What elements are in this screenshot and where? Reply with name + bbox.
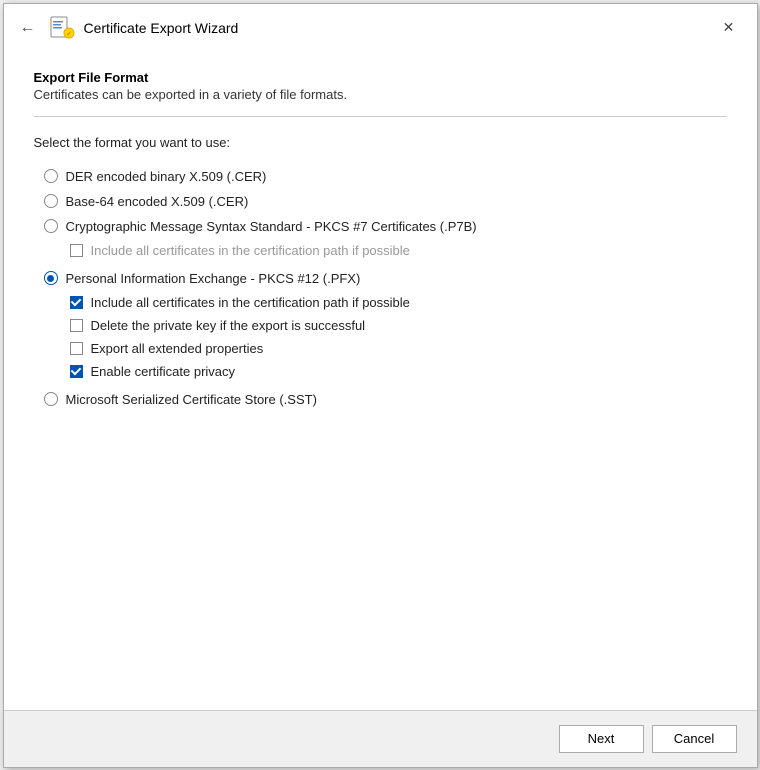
- section-title: Export File Format: [34, 70, 727, 85]
- title-bar: ← ✓ Certificate Export Wizard ✕: [4, 4, 757, 50]
- radio-der-indicator: [44, 169, 58, 183]
- close-button[interactable]: ✕: [715, 14, 743, 42]
- cancel-button[interactable]: Cancel: [652, 725, 737, 753]
- checkbox-pfx-include-indicator: [70, 296, 83, 309]
- radio-item-cms[interactable]: Cryptographic Message Syntax Standard - …: [34, 214, 727, 239]
- checkbox-pfx-privacy-label: Enable certificate privacy: [91, 364, 236, 379]
- radio-cms-label: Cryptographic Message Syntax Standard - …: [66, 219, 477, 234]
- checkbox-pfx-delete-label: Delete the private key if the export is …: [91, 318, 366, 333]
- checkbox-pfx-privacy-indicator: [70, 365, 83, 378]
- radio-item-sst[interactable]: Microsoft Serialized Certificate Store (…: [34, 387, 727, 412]
- radio-item-der[interactable]: DER encoded binary X.509 (.CER): [34, 164, 727, 189]
- checkbox-item-pfx-extended[interactable]: Export all extended properties: [70, 337, 727, 360]
- checkbox-pfx-extended-label: Export all extended properties: [91, 341, 264, 356]
- back-button[interactable]: ←: [16, 19, 40, 37]
- svg-text:✓: ✓: [66, 31, 72, 38]
- footer: Next Cancel: [4, 710, 757, 767]
- radio-sst-label: Microsoft Serialized Certificate Store (…: [66, 392, 317, 407]
- radio-pfx-indicator: [44, 271, 58, 285]
- checkbox-pfx-include-label: Include all certificates in the certific…: [91, 295, 410, 310]
- checkbox-pfx-extended-indicator: [70, 342, 83, 355]
- checkbox-item-pfx-privacy[interactable]: Enable certificate privacy: [70, 360, 727, 383]
- radio-group: DER encoded binary X.509 (.CER) Base-64 …: [34, 164, 727, 412]
- radio-b64-label: Base-64 encoded X.509 (.CER): [66, 194, 249, 209]
- radio-item-b64[interactable]: Base-64 encoded X.509 (.CER): [34, 189, 727, 214]
- dialog: ← ✓ Certificate Export Wizard ✕ Export F…: [3, 3, 758, 768]
- title-bar-left: ← ✓ Certificate Export Wizard: [16, 14, 239, 42]
- radio-pfx-label: Personal Information Exchange - PKCS #12…: [66, 271, 361, 286]
- radio-b64-indicator: [44, 194, 58, 208]
- radio-cms-indicator: [44, 219, 58, 233]
- checkbox-cms-include-indicator: [70, 244, 83, 257]
- content-area: Export File Format Certificates can be e…: [4, 50, 757, 710]
- divider: [34, 116, 727, 117]
- section-header: Export File Format Certificates can be e…: [34, 70, 727, 102]
- checkbox-item-pfx-delete[interactable]: Delete the private key if the export is …: [70, 314, 727, 337]
- radio-pfx-inner: [47, 275, 54, 282]
- checkbox-cms-include-label: Include all certificates in the certific…: [91, 243, 410, 258]
- next-button[interactable]: Next: [559, 725, 644, 753]
- section-subtitle: Certificates can be exported in a variet…: [34, 87, 727, 102]
- format-select-label: Select the format you want to use:: [34, 135, 727, 150]
- radio-sst-indicator: [44, 392, 58, 406]
- pfx-sub-options: Include all certificates in the certific…: [70, 291, 727, 383]
- wizard-icon: ✓: [48, 14, 76, 42]
- radio-item-pfx[interactable]: Personal Information Exchange - PKCS #12…: [34, 266, 727, 291]
- checkbox-item-cms-include[interactable]: Include all certificates in the certific…: [70, 239, 727, 262]
- cms-sub-options: Include all certificates in the certific…: [70, 239, 727, 262]
- dialog-title: Certificate Export Wizard: [84, 20, 239, 36]
- checkbox-item-pfx-include[interactable]: Include all certificates in the certific…: [70, 291, 727, 314]
- checkbox-pfx-delete-indicator: [70, 319, 83, 332]
- radio-der-label: DER encoded binary X.509 (.CER): [66, 169, 267, 184]
